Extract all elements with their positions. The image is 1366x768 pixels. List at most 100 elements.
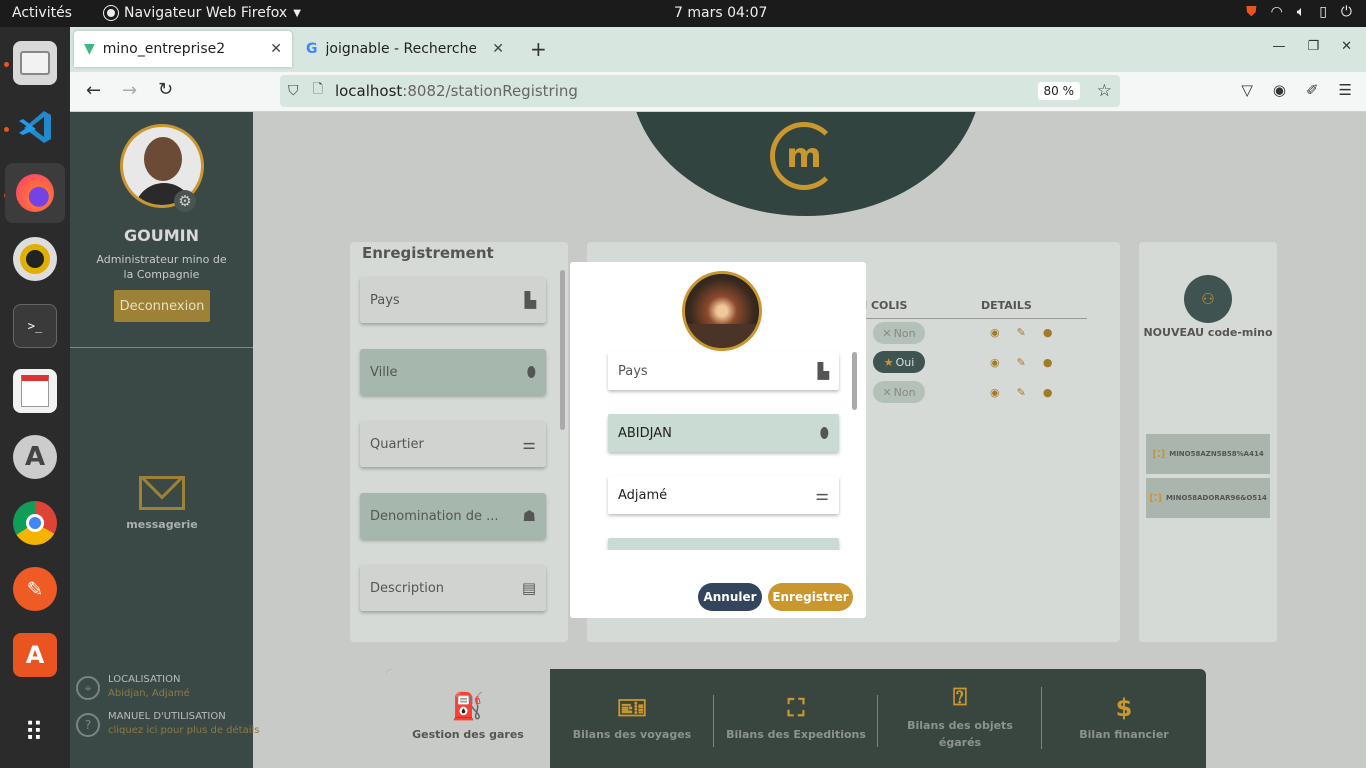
software-updater-icon[interactable]: A <box>13 435 57 479</box>
tab-mino-entreprise[interactable]: ▼ mino_entreprise2 ✕ <box>74 31 292 67</box>
nav-financial-report[interactable]: $ Bilan financier <box>1042 669 1206 768</box>
field-label: Description <box>370 580 445 596</box>
bookmark-star-icon[interactable]: ☆ <box>1097 81 1112 101</box>
registration-scrollbar[interactable] <box>560 270 565 430</box>
menu-icon[interactable]: ☰ <box>1339 81 1352 99</box>
zoom-level[interactable]: 80 % <box>1037 82 1080 100</box>
edit-pencil-icon[interactable]: ✎ <box>1017 326 1026 339</box>
nav-label: Bilans des objets égarés <box>907 719 1013 749</box>
location-info[interactable]: ⌖ LOCALISATION Abidjan, Adjamé <box>76 674 253 704</box>
edit-pencil-icon[interactable]: ✎ <box>1017 356 1026 369</box>
nav-travel-reports[interactable]: 🎫︎ Bilans des voyages <box>550 669 714 768</box>
status-badge[interactable]: ✕ Non <box>873 381 925 403</box>
logout-button[interactable]: Deconnexion <box>114 290 210 322</box>
edit-pencil-icon[interactable]: ✎ <box>1017 386 1026 399</box>
code-mino-item[interactable]: [⁚] MINO58ADORAR96&O514 <box>1146 478 1270 518</box>
forward-icon[interactable]: → <box>122 80 137 101</box>
show-apps-icon[interactable]: ⠿ <box>13 711 57 755</box>
activities-button[interactable]: Activités <box>12 5 72 21</box>
robot-icon: ☗ <box>522 507 536 525</box>
clock[interactable]: 7 mars 04:07 <box>674 5 767 21</box>
power-icon: ⏻ <box>1340 4 1352 20</box>
status-badge[interactable]: ✕ Non <box>873 322 925 344</box>
user-manual-link[interactable]: ? MANUEL D'UTILISATION cliquez ici pour … <box>76 711 260 741</box>
registration-modal: Pays ▙ ABIDJAN ⬮ Adjamé ⚌ Annuler Enregi… <box>570 262 866 618</box>
code-mino-item[interactable]: [⁚] MINO58AZN5B58%A414 <box>1146 434 1270 474</box>
chrome-icon[interactable] <box>13 501 57 545</box>
person-icon[interactable]: ● <box>1043 356 1053 369</box>
app-center-icon[interactable]: A <box>13 633 57 677</box>
new-code-label: NOUVEAU code-mino <box>1143 326 1273 339</box>
minimize-icon[interactable]: — <box>1272 39 1285 54</box>
comment-icon: ▤ <box>521 579 536 597</box>
person-icon[interactable]: ● <box>1043 326 1053 339</box>
tune-icon: ⚌ <box>522 435 536 453</box>
save-button[interactable]: Enregistrer <box>768 583 853 611</box>
status-badge[interactable]: ★ Oui <box>873 351 925 373</box>
pocket-icon[interactable]: ▽ <box>1241 81 1253 99</box>
person-icon[interactable]: ● <box>1043 386 1053 399</box>
location-pin-icon: ⬮ <box>526 363 536 381</box>
reload-icon[interactable]: ↻ <box>158 79 173 100</box>
nav-lost-items-reports[interactable]: ⍰ Bilans des objets égarés <box>878 669 1042 768</box>
navigation-bar: ← → ↻ ⛉ 🗋︎ localhost :8082/stationRegist… <box>70 72 1366 112</box>
status-label: Oui <box>895 355 915 369</box>
money-bag-icon: $ <box>1115 694 1133 722</box>
new-code-button[interactable]: ⚇ <box>1184 275 1232 323</box>
rhythmbox-icon[interactable] <box>13 237 57 281</box>
field-denomination[interactable]: Denomination de ... ☗ <box>360 493 546 539</box>
postman-icon[interactable]: ✎ <box>13 567 57 611</box>
new-tab-icon[interactable]: + <box>530 37 547 61</box>
page-info-icon: 🗋︎ <box>312 82 323 97</box>
tab-google-search[interactable]: G joignable - Recherche Go ✕ <box>296 31 514 67</box>
extensions-icon[interactable]: ✐ <box>1306 81 1319 99</box>
tune-icon: ⚌ <box>815 486 829 504</box>
station-photo <box>682 271 762 351</box>
modal-field-city[interactable]: ABIDJAN ⬮ <box>608 414 839 452</box>
maximize-icon[interactable]: ❐ <box>1307 39 1319 54</box>
question-icon: ? <box>76 713 100 737</box>
package-icon: ⛶ <box>787 694 805 722</box>
tab-label: mino_entreprise2 <box>102 41 226 57</box>
dock: >_ A ✎ A ⠿ <box>0 27 70 768</box>
field-country[interactable]: Pays ▙ <box>360 277 546 323</box>
app-menu[interactable]: Navigateur Web Firefox ▼ <box>104 5 301 21</box>
back-icon[interactable]: ← <box>86 80 101 101</box>
account-icon[interactable]: ◉ <box>1273 81 1286 99</box>
modal-field-district[interactable]: Adjamé ⚌ <box>608 476 839 514</box>
location-pin-icon: ⌖ <box>76 676 100 700</box>
field-description[interactable]: Description ▤ <box>360 565 546 611</box>
files-icon[interactable] <box>13 41 57 85</box>
cancel-button[interactable]: Annuler <box>698 583 762 611</box>
vue-logo-icon: ▼ <box>84 41 95 57</box>
url-bar[interactable]: ⛉ 🗋︎ localhost :8082/stationRegistring 8… <box>280 75 1120 107</box>
chevron-down-icon: ▼ <box>293 7 301 19</box>
view-eye-icon[interactable]: ◉ <box>990 386 1000 399</box>
view-eye-icon[interactable]: ◉ <box>990 326 1000 339</box>
toolbar-icons: ▽ ◉ ✐ ☰ <box>1241 81 1352 99</box>
field-district[interactable]: Quartier ⚌ <box>360 421 546 467</box>
terminal-icon[interactable]: >_ <box>13 304 57 348</box>
field-value: Adjamé <box>618 487 668 503</box>
document-viewer-icon[interactable] <box>13 369 57 413</box>
close-tab-icon[interactable]: ✕ <box>492 41 504 57</box>
close-window-icon[interactable]: ✕ <box>1341 39 1352 54</box>
firefox-icon[interactable] <box>5 163 65 223</box>
station-icon: ⛽ <box>451 692 485 722</box>
header-logo-circle: m <box>630 112 982 216</box>
modal-field-denomination[interactable] <box>608 538 839 550</box>
settings-gear-icon[interactable]: ⚙ <box>174 190 196 212</box>
messaging-link[interactable]: messagerie <box>110 476 214 531</box>
nav-shipment-reports[interactable]: ⛶ Bilans des Expeditions <box>714 669 878 768</box>
vscode-icon[interactable] <box>13 105 57 149</box>
field-city[interactable]: Ville ⬮ <box>360 349 546 395</box>
system-tray[interactable]: ⛊ ◠ 🔈︎ ▯ ⏻ <box>1246 4 1352 20</box>
battery-icon: ▯ <box>1319 4 1327 20</box>
tracking-shield-icon: ⛉ <box>288 83 299 99</box>
nav-label: Bilan financier <box>1079 728 1169 741</box>
modal-field-country[interactable]: Pays ▙ <box>608 352 839 390</box>
nav-station-management[interactable]: ⛽ Gestion des gares <box>386 669 550 768</box>
view-eye-icon[interactable]: ◉ <box>990 356 1000 369</box>
close-tab-icon[interactable]: ✕ <box>270 41 282 57</box>
system-top-bar: Activités Navigateur Web Firefox ▼ 7 mar… <box>0 0 1366 27</box>
